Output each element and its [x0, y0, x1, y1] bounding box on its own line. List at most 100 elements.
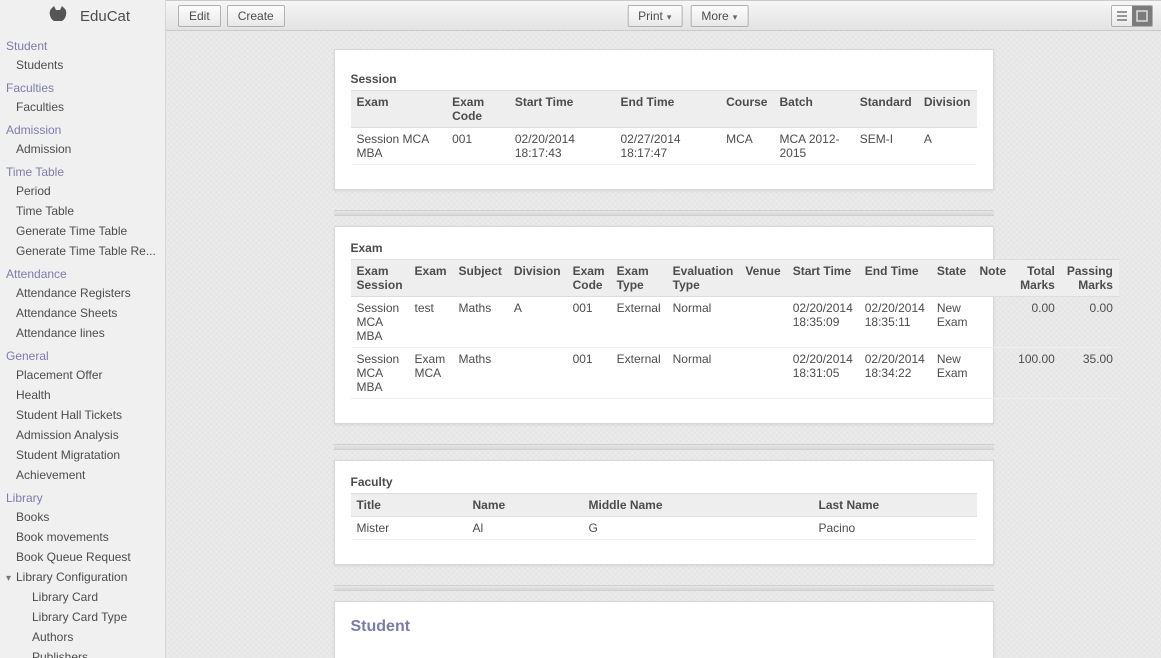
cell-session: Session MCA MBA — [351, 348, 409, 399]
nav-item[interactable]: Admission Analysis — [6, 425, 163, 445]
col-header: Exam — [351, 91, 447, 128]
nav-item[interactable]: Generate Time Table — [6, 221, 163, 241]
table-row[interactable]: Session MCA MBA00102/20/2014 18:17:4302/… — [351, 128, 977, 165]
nav-section-title: Time Table — [6, 159, 163, 181]
nav-item[interactable]: Admission — [6, 139, 163, 159]
nav-item[interactable]: Period — [6, 181, 163, 201]
nav-item[interactable]: Time Table — [6, 201, 163, 221]
cell-last: Pacino — [813, 517, 977, 540]
create-button[interactable]: Create — [227, 5, 285, 27]
cell-course: MCA — [720, 128, 773, 165]
cell-end: 02/20/2014 18:34:22 — [859, 348, 931, 399]
brand-name: EduCat — [80, 8, 130, 25]
nav-section-title: Admission — [6, 117, 163, 139]
separator — [334, 444, 994, 450]
col-header: End Time — [859, 260, 931, 297]
student-heading: Student — [351, 612, 977, 646]
print-label: Print — [638, 9, 663, 23]
nav-item[interactable]: Generate Time Table Re... — [6, 241, 163, 261]
col-header: Division — [918, 91, 977, 128]
cell-name: Al — [467, 517, 583, 540]
cell-total: 100.00 — [1012, 348, 1061, 399]
nav-section-title: Attendance — [6, 261, 163, 283]
nav-item[interactable]: Student Migratation — [6, 445, 163, 465]
col-header: Evaluation Type — [667, 260, 740, 297]
nav-subitem[interactable]: Library Card Type — [6, 607, 163, 627]
col-header: Total Marks — [1012, 260, 1061, 297]
col-header: Division — [508, 260, 567, 297]
student-sheet: Student Student TitleNameMiddle NameLast… — [334, 601, 994, 658]
col-header: Start Time — [787, 260, 859, 297]
nav-item[interactable]: Book Queue Request — [6, 547, 163, 567]
col-header: Exam Code — [446, 91, 509, 128]
col-header: Name — [467, 494, 583, 517]
cell-evtype: Normal — [667, 297, 740, 348]
cell-note — [973, 297, 1012, 348]
cell-title: Mister — [351, 517, 467, 540]
cell-subject: Maths — [453, 297, 508, 348]
nav-section-title: General — [6, 343, 163, 365]
session-table: ExamExam CodeStart TimeEnd TimeCourseBat… — [351, 90, 977, 165]
col-header: Batch — [773, 91, 853, 128]
nav-item[interactable]: Books — [6, 507, 163, 527]
col-header: Title — [351, 494, 467, 517]
nav-item[interactable]: Achievement — [6, 465, 163, 485]
col-header: Exam Session — [351, 260, 409, 297]
nav-item[interactable]: Attendance lines — [6, 323, 163, 343]
col-header: Last Name — [813, 494, 977, 517]
nav-item[interactable]: Attendance Sheets — [6, 303, 163, 323]
content-scroll[interactable]: Session ExamExam CodeStart TimeEnd TimeC… — [166, 31, 1161, 658]
nav-subsection-toggle[interactable]: ▾Library Configuration — [6, 567, 163, 587]
col-header: Note — [973, 260, 1012, 297]
nav-section-title: Student — [6, 33, 163, 55]
cell-division: A — [918, 128, 977, 165]
table-row[interactable]: Session MCA MBAExam MCAMaths001ExternalN… — [351, 348, 1119, 399]
cell-venue — [739, 297, 786, 348]
nav-item[interactable]: Book movements — [6, 527, 163, 547]
session-sheet: Session ExamExam CodeStart TimeEnd TimeC… — [334, 49, 994, 190]
nav-item[interactable]: Faculties — [6, 97, 163, 117]
cell-etype: External — [611, 348, 667, 399]
cell-code: 001 — [567, 348, 611, 399]
col-header: Exam Code — [567, 260, 611, 297]
separator — [334, 585, 994, 591]
col-header: State — [931, 260, 974, 297]
chevron-down-icon: ▾ — [6, 573, 14, 584]
separator — [334, 210, 994, 216]
cell-venue — [739, 348, 786, 399]
view-form-button[interactable] — [1132, 6, 1152, 26]
nav-subitem[interactable]: Library Card — [6, 587, 163, 607]
nav-item[interactable]: Attendance Registers — [6, 283, 163, 303]
col-header: Standard — [854, 91, 918, 128]
cell-etype: External — [611, 297, 667, 348]
edit-button[interactable]: Edit — [178, 5, 221, 27]
faculty-title: Faculty — [351, 471, 977, 493]
cell-code: 001 — [446, 128, 509, 165]
toolbar: Edit Create Print▾ More▾ — [166, 0, 1161, 31]
nav-item[interactable]: Student Hall Tickets — [6, 405, 163, 425]
table-row[interactable]: Session MCA MBAtestMathsA001ExternalNorm… — [351, 297, 1119, 348]
exam-title: Exam — [351, 237, 977, 259]
nav-subitem[interactable]: Publishers — [6, 647, 163, 658]
nav-item[interactable]: Students — [6, 55, 163, 75]
chevron-down-icon: ▾ — [733, 12, 738, 22]
nav-section-title: Library — [6, 485, 163, 507]
nav-item[interactable]: Placement Offer — [6, 365, 163, 385]
col-header: Passing Marks — [1061, 260, 1119, 297]
main-area: Edit Create Print▾ More▾ — [166, 0, 1161, 658]
cell-subject: Maths — [453, 348, 508, 399]
print-button[interactable]: Print▾ — [627, 5, 682, 27]
cell-end: 02/20/2014 18:35:11 — [859, 297, 931, 348]
sidebar: EduCat StudentStudentsFacultiesFaculties… — [0, 0, 166, 658]
faculty-table: TitleNameMiddle NameLast Name MisterAlGP… — [351, 493, 977, 540]
view-list-button[interactable] — [1112, 6, 1132, 26]
col-header: Exam Type — [611, 260, 667, 297]
exam-table: Exam SessionExamSubjectDivisionExam Code… — [351, 259, 1119, 399]
more-button[interactable]: More▾ — [690, 5, 748, 27]
cell-division — [508, 348, 567, 399]
nav-subitem[interactable]: Authors — [6, 627, 163, 647]
cell-exam: Exam MCA — [409, 348, 453, 399]
col-header: Middle Name — [583, 494, 813, 517]
table-row[interactable]: MisterAlGPacino — [351, 517, 977, 540]
nav-item[interactable]: Health — [6, 385, 163, 405]
